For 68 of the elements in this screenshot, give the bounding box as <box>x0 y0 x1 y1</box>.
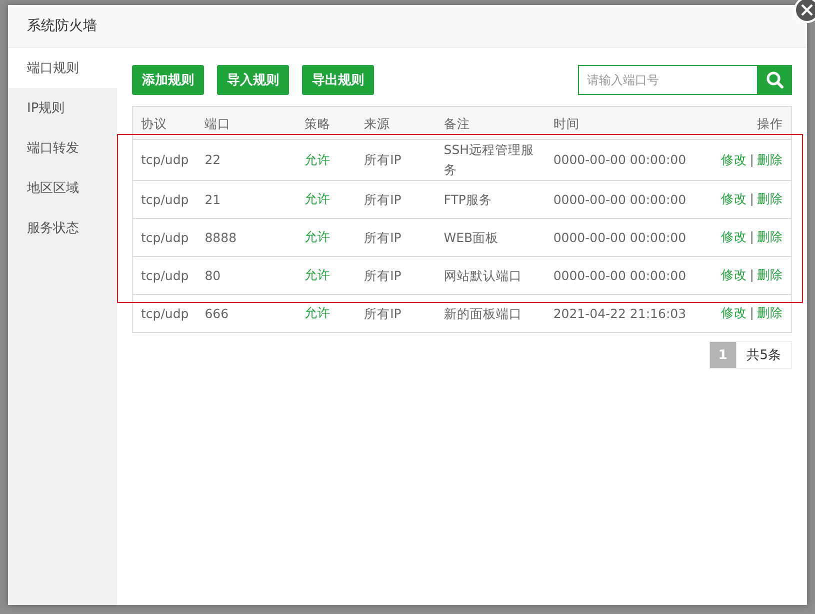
time-text: 2021-04-22 21:16:03 <box>553 306 686 320</box>
close-icon <box>801 4 813 16</box>
protocol-text: tcp/udp <box>141 268 189 282</box>
separator-text: | <box>750 267 754 282</box>
port-text: 8888 <box>204 230 237 244</box>
protocol-text: tcp/udp <box>141 306 189 320</box>
delete-link[interactable]: 删除 <box>757 305 783 320</box>
protocol-text: tcp/udp <box>141 192 189 206</box>
sidebar-tab[interactable]: 地区区域 <box>8 168 117 208</box>
source-text: 所有IP <box>364 268 402 282</box>
separator-text: | <box>750 191 754 206</box>
port-text: 21 <box>204 192 221 206</box>
page-button[interactable]: 1 <box>708 341 737 369</box>
sidebar-tab[interactable]: IP规则 <box>8 88 117 128</box>
edit-link[interactable]: 修改 <box>720 191 747 206</box>
separator-text: | <box>750 305 754 320</box>
edit-link[interactable]: 修改 <box>720 267 747 282</box>
note-text: 新的面板端口 <box>444 306 522 320</box>
column-header: 备注 <box>444 116 470 131</box>
rule-button[interactable]: 导入规则 <box>217 65 289 95</box>
column-header: 来源 <box>364 116 390 131</box>
delete-link[interactable]: 删除 <box>757 152 783 166</box>
policy-text: 允许 <box>304 305 330 320</box>
source-text: 所有IP <box>364 230 402 244</box>
policy-text: 允许 <box>304 152 330 166</box>
source-text: 所有IP <box>364 192 402 206</box>
rule-button[interactable]: 导出规则 <box>302 65 374 95</box>
column-header: 端口 <box>204 116 231 131</box>
delete-link[interactable]: 删除 <box>757 191 783 206</box>
column-header: 协议 <box>141 116 167 131</box>
protocol-text: tcp/udp <box>141 152 189 167</box>
port-text: 22 <box>204 152 221 167</box>
policy-text: 允许 <box>304 191 330 206</box>
column-header: 操作 <box>757 116 783 131</box>
edit-link[interactable]: 修改 <box>720 229 747 244</box>
search-button[interactable] <box>758 65 792 95</box>
note-text: WEB面板 <box>444 230 499 244</box>
time-text: 0000-00-00 00:00:00 <box>553 230 686 244</box>
delete-link[interactable]: 删除 <box>757 267 783 282</box>
delete-link[interactable]: 删除 <box>757 229 783 244</box>
close-button[interactable] <box>794 0 815 23</box>
separator-text: | <box>750 152 754 166</box>
port-text: 80 <box>204 268 221 282</box>
total-count: 共5条 <box>736 341 792 369</box>
search-icon <box>766 71 784 89</box>
sidebar-tab[interactable]: 端口转发 <box>8 128 117 168</box>
protocol-text: tcp/udp <box>141 230 189 244</box>
edit-link[interactable]: 修改 <box>720 152 747 166</box>
column-header: 时间 <box>553 116 580 131</box>
note-text: 网站默认端口 <box>444 268 522 282</box>
note-text: SSH远程管理服务 <box>444 142 534 177</box>
policy-text: 允许 <box>304 229 330 244</box>
port-search-field[interactable]: 请输入端口号 <box>578 65 758 95</box>
note-text: FTP服务 <box>444 192 492 206</box>
port-text: 666 <box>204 306 229 320</box>
sidebar-tab[interactable]: 服务状态 <box>8 208 117 248</box>
edit-link[interactable]: 修改 <box>720 305 747 320</box>
time-text: 0000-00-00 00:00:00 <box>553 192 686 206</box>
separator-text: | <box>750 229 754 244</box>
rule-button[interactable]: 添加规则 <box>132 65 204 95</box>
dialog-title: 系统防火墙 <box>27 17 97 35</box>
time-text: 0000-00-00 00:00:00 <box>553 152 686 167</box>
source-text: 所有IP <box>364 306 402 320</box>
source-text: 所有IP <box>364 152 402 167</box>
policy-text: 允许 <box>304 267 330 282</box>
column-header: 策略 <box>304 116 330 131</box>
time-text: 0000-00-00 00:00:00 <box>553 268 686 282</box>
sidebar-tab[interactable]: 端口规则 <box>8 48 117 88</box>
